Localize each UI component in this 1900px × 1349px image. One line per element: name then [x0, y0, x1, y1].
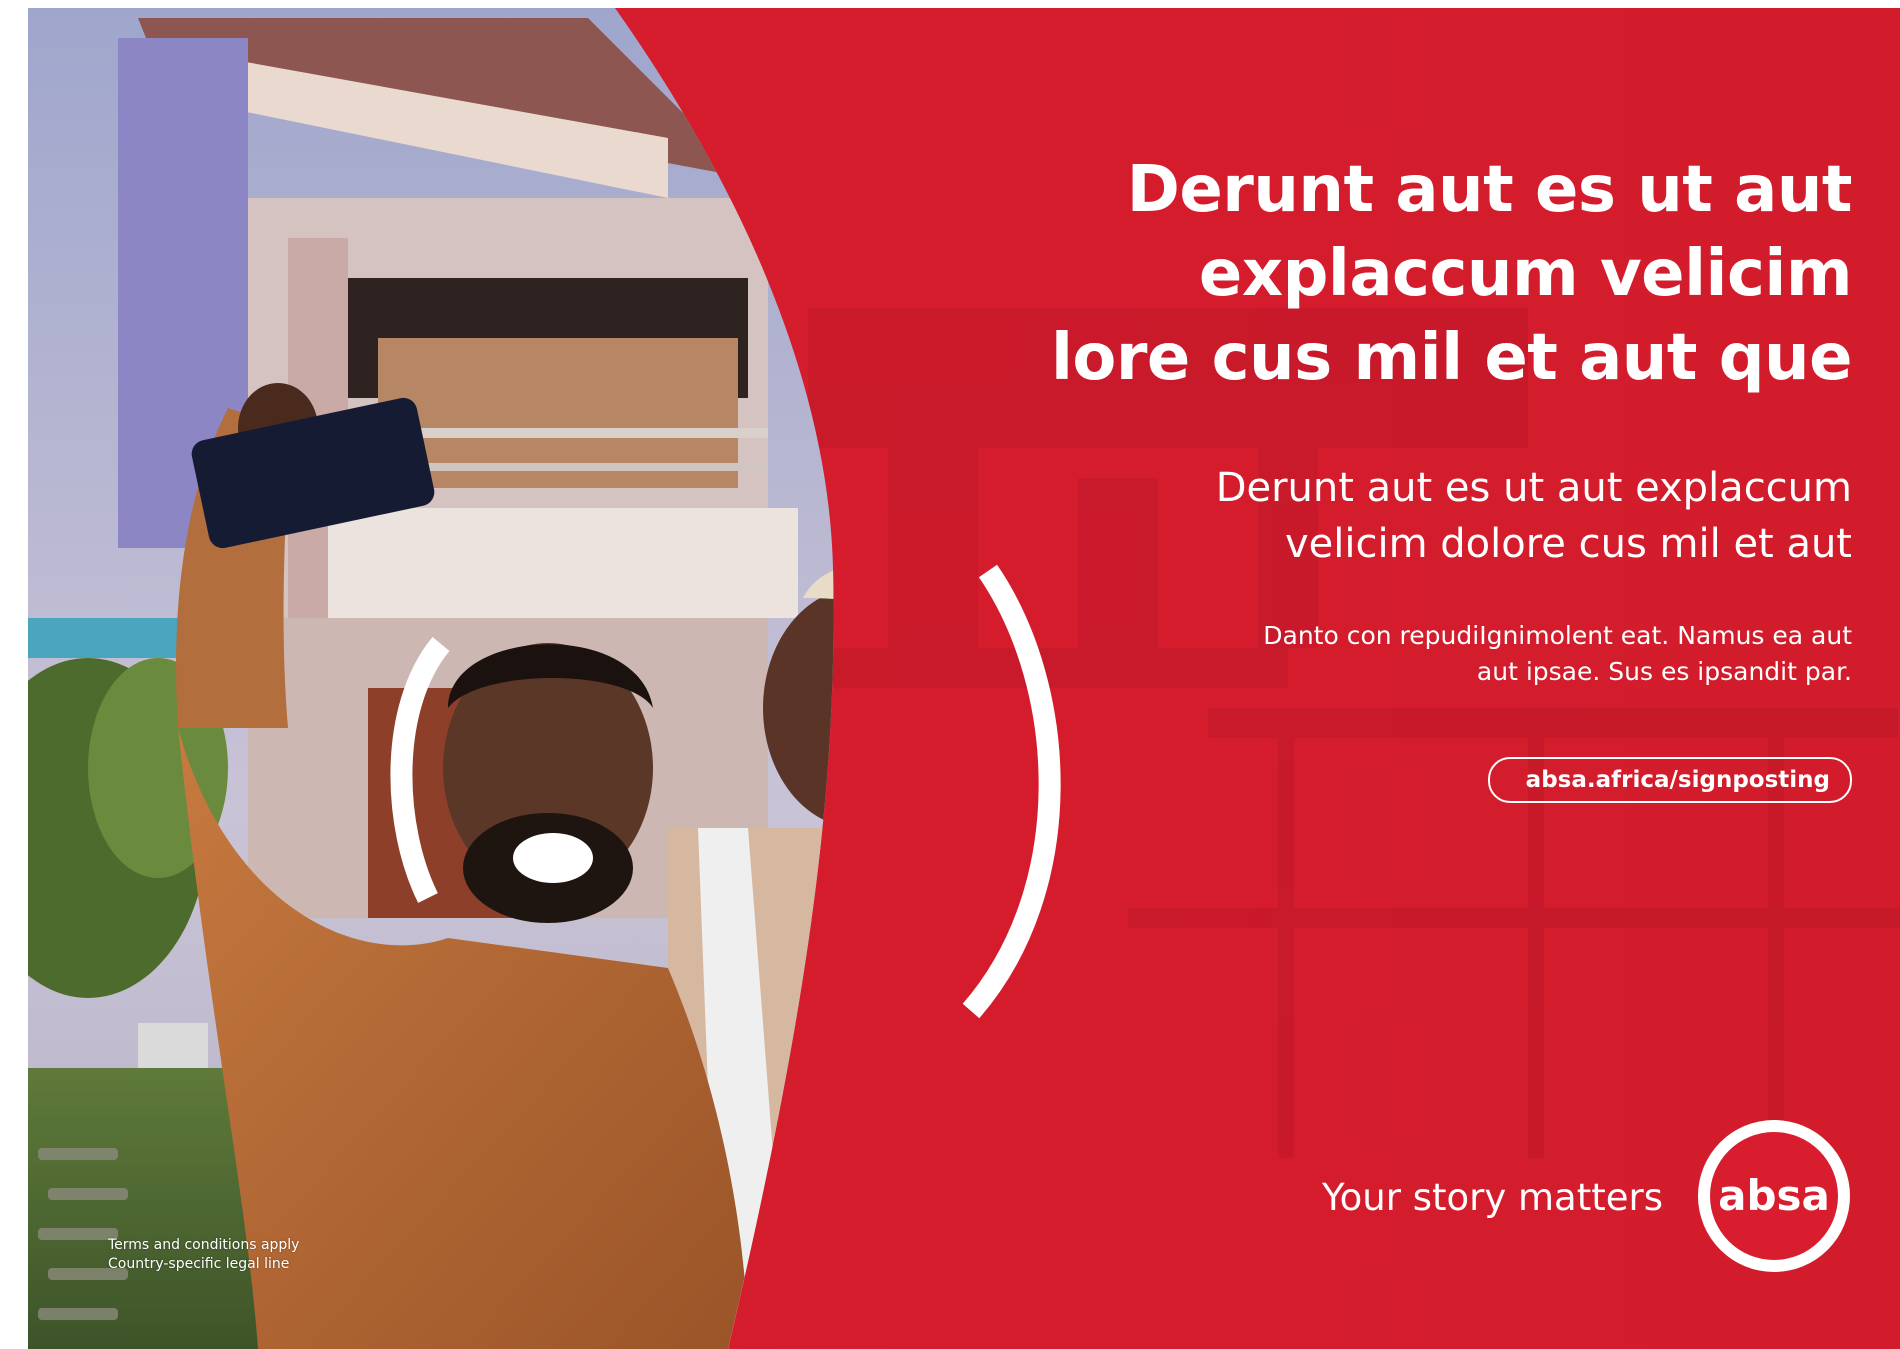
absa-logo-icon: absa — [1698, 1120, 1850, 1272]
subheadline-line: Derunt aut es ut aut explaccum — [1215, 465, 1852, 511]
headline-line: lore cus mil et aut que — [1050, 321, 1853, 395]
tagline: Your story matters — [1321, 1176, 1663, 1219]
legal-text: Terms and conditions apply Country-speci… — [108, 1236, 299, 1274]
headline-line: explaccum velicim — [1198, 237, 1853, 311]
signposting-link[interactable]: absa.africa/signposting — [1487, 757, 1852, 803]
advert: Derunt aut es ut aut explaccum velicim l… — [28, 8, 1900, 1349]
absa-logo-text: absa — [1718, 1171, 1830, 1220]
subheadline-line: velicim dolore cus mil et aut — [1285, 521, 1852, 567]
headline: Derunt aut es ut aut explaccum velicim l… — [952, 148, 1853, 400]
legal-line: Terms and conditions apply — [108, 1237, 300, 1253]
body-line: aut ipsae. Sus es ipsandit par. — [1476, 657, 1852, 686]
body-line: Danto con repudiIgnimolent eat. Namus ea… — [1263, 621, 1852, 650]
subheadline: Derunt aut es ut aut explaccum velicim d… — [952, 460, 1852, 572]
body-copy: Danto con repudiIgnimolent eat. Namus ea… — [1052, 618, 1852, 690]
legal-line: Country-specific legal line — [108, 1256, 290, 1272]
headline-line: Derunt aut es ut aut — [1126, 153, 1853, 227]
